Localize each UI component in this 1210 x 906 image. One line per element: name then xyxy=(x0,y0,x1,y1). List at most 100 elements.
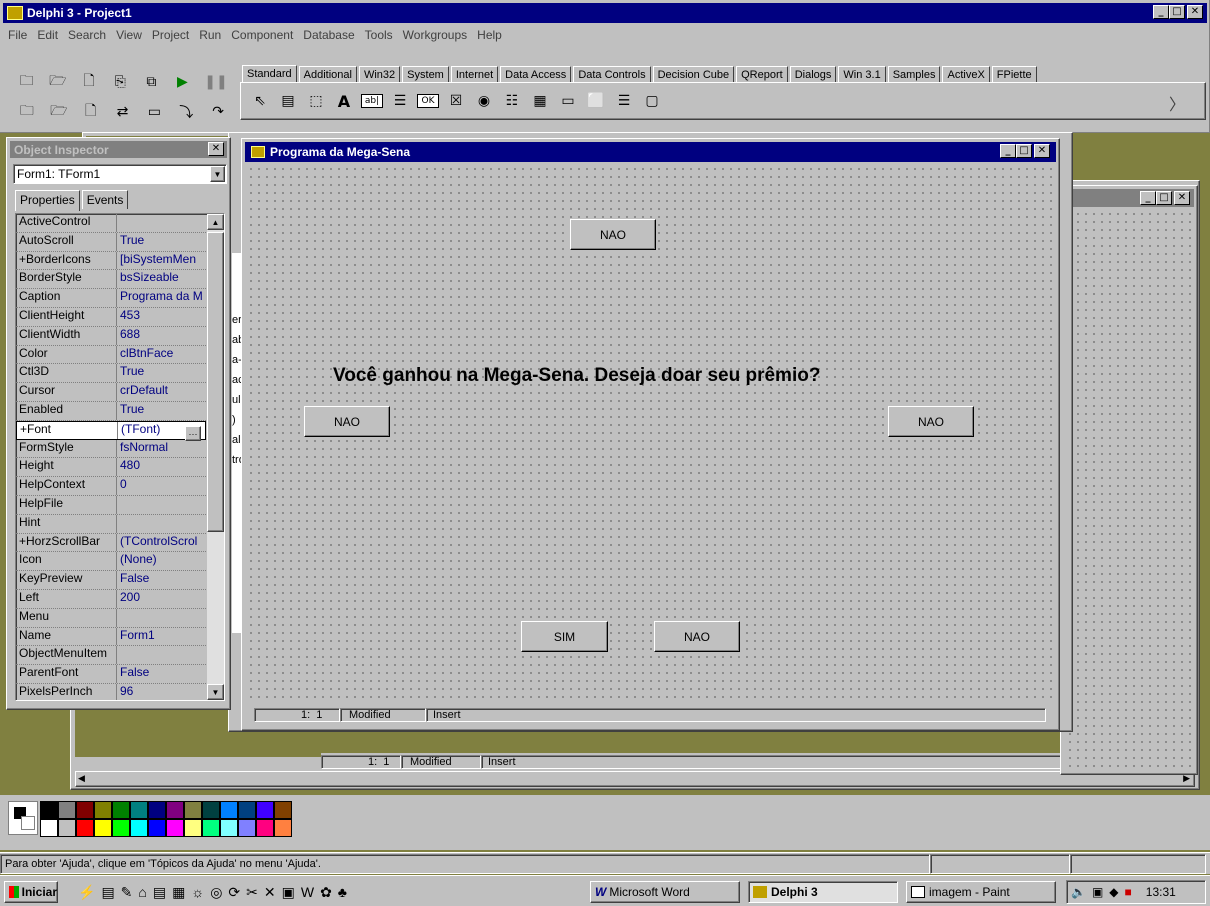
property-row[interactable]: +Font (TFont) xyxy=(16,420,206,440)
quick-launch-icon-3[interactable]: ✎ xyxy=(121,884,133,901)
color-swatch[interactable] xyxy=(130,801,148,819)
property-row[interactable]: HelpFile xyxy=(16,495,206,515)
color-swatch[interactable] xyxy=(256,801,274,819)
color-swatch[interactable] xyxy=(238,801,256,819)
quick-launch-icon-10[interactable]: ✂ xyxy=(246,884,258,901)
property-value[interactable]: 200 xyxy=(117,590,206,608)
property-value[interactable]: 480 xyxy=(117,458,206,476)
palette-tab-system[interactable]: System xyxy=(402,66,449,82)
property-value[interactable]: True xyxy=(117,402,206,420)
property-value[interactable]: clBtnFace xyxy=(117,346,206,364)
property-row[interactable]: Cursor crDefault xyxy=(16,383,206,402)
palette-tab-data-controls[interactable]: Data Controls xyxy=(573,66,651,82)
tray-app-icon[interactable]: ◆ xyxy=(1109,885,1118,899)
property-value[interactable]: 96 xyxy=(117,684,206,700)
color-swatch[interactable] xyxy=(166,819,184,837)
chevron-down-icon[interactable]: ▼ xyxy=(210,166,225,182)
color-swatch[interactable] xyxy=(58,801,76,819)
property-row[interactable]: Menu xyxy=(16,608,206,628)
property-row[interactable]: BorderStyle bsSizeable xyxy=(16,270,206,290)
property-value[interactable]: bsSizeable xyxy=(117,270,206,288)
close-icon[interactable]: ✕ xyxy=(1187,5,1203,19)
nao-button-left[interactable]: NAO xyxy=(304,406,390,437)
panel-icon[interactable]: ▢ xyxy=(641,90,663,112)
label-icon[interactable]: A xyxy=(333,90,355,112)
palette-tab-dialogs[interactable]: Dialogs xyxy=(789,66,837,82)
property-row[interactable]: Name Form1 xyxy=(16,627,206,647)
property-value[interactable]: 688 xyxy=(117,327,206,345)
color-swatch[interactable] xyxy=(220,819,238,837)
property-row[interactable]: ActiveControl xyxy=(16,214,206,233)
sim-button[interactable]: SIM xyxy=(521,621,608,652)
color-swatch[interactable] xyxy=(202,819,220,837)
quick-launch-icon-15[interactable]: ♣ xyxy=(338,884,347,901)
property-value[interactable]: Programa da M xyxy=(117,289,206,307)
property-value[interactable] xyxy=(117,609,206,627)
inspector-tab-properties[interactable]: Properties xyxy=(15,190,80,211)
back-form-maximize-icon[interactable]: □ xyxy=(1156,191,1172,205)
color-swatch[interactable] xyxy=(94,801,112,819)
property-row[interactable]: PixelsPerInch 96 xyxy=(16,683,206,700)
task-microsoft-word[interactable]: W Microsoft Word xyxy=(590,881,740,903)
task-paint[interactable]: imagem - Paint xyxy=(906,881,1056,903)
combobox-icon[interactable]: ▦ xyxy=(529,90,551,112)
menu-item-edit[interactable]: Edit xyxy=(37,28,58,42)
inspector-tab-events[interactable]: Events xyxy=(81,190,129,209)
color-swatch[interactable] xyxy=(94,819,112,837)
property-row[interactable]: Left 200 xyxy=(16,589,206,609)
back-form-minimize-icon[interactable]: _ xyxy=(1140,191,1156,205)
palette-scroll-right-icon[interactable]: 〉 xyxy=(1169,91,1185,115)
property-value[interactable]: fsNormal xyxy=(117,440,206,458)
radiobutton-icon[interactable]: ◉ xyxy=(473,90,495,112)
menu-item-project[interactable]: Project xyxy=(152,28,189,42)
property-row[interactable]: Height 480 xyxy=(16,458,206,478)
property-row[interactable]: KeyPreview False xyxy=(16,571,206,590)
palette-tab-samples[interactable]: Samples xyxy=(887,66,941,82)
quick-launch-icon-5[interactable]: ▤ xyxy=(153,884,166,901)
quick-launch-icon-13[interactable]: W xyxy=(301,884,314,901)
color-swatch[interactable] xyxy=(58,819,76,837)
color-swatch[interactable] xyxy=(274,819,292,837)
property-row[interactable]: ClientWidth 688 xyxy=(16,326,206,346)
palette-tab-win-3-1[interactable]: Win 3.1 xyxy=(838,66,886,82)
vscroll-thumb[interactable] xyxy=(207,232,224,532)
popup-menu-icon[interactable]: ⬚ xyxy=(305,90,327,112)
arrow-cursor-icon[interactable]: ⇖ xyxy=(249,90,271,112)
radiogroup-icon[interactable]: ☰ xyxy=(613,90,635,112)
color-swatch[interactable] xyxy=(130,819,148,837)
quick-launch-icon-7[interactable]: ☼ xyxy=(191,884,204,901)
property-value[interactable]: [biSystemMen xyxy=(117,252,206,270)
property-row[interactable]: Caption Programa da M xyxy=(16,289,206,308)
menu-item-file[interactable]: File xyxy=(8,28,27,42)
color-swatch[interactable] xyxy=(274,801,292,819)
pause-icon[interactable]: ❚❚ xyxy=(204,71,227,93)
palette-tab-decision-cube[interactable]: Decision Cube xyxy=(652,66,735,82)
palette-tab-additional[interactable]: Additional xyxy=(298,66,357,82)
select-form-icon[interactable]: ⧉ xyxy=(143,71,160,93)
vscroll-up-button[interactable]: ▲ xyxy=(207,214,224,230)
color-swatch[interactable] xyxy=(184,801,202,819)
menu-item-help[interactable]: Help xyxy=(477,28,502,42)
color-swatch[interactable] xyxy=(202,801,220,819)
quick-launch-icon-11[interactable]: ✕ xyxy=(264,884,276,901)
property-value[interactable]: False xyxy=(117,665,206,683)
open-project-icon[interactable]: 🗀 xyxy=(18,71,35,93)
nao-button-top[interactable]: NAO xyxy=(570,219,656,250)
palette-tab-win32[interactable]: Win32 xyxy=(358,66,401,82)
network-icon[interactable]: ▣ xyxy=(1092,885,1103,899)
tray-office-icon[interactable]: ■ xyxy=(1125,885,1132,899)
property-value[interactable]: Form1 xyxy=(117,628,206,646)
remove-file-icon[interactable]: 🗋 xyxy=(82,101,100,123)
run-icon[interactable]: ▶ xyxy=(174,71,191,93)
color-swatch[interactable] xyxy=(184,819,202,837)
quick-launch-icon-14[interactable]: ✿ xyxy=(320,884,332,901)
property-row[interactable]: FormStyle fsNormal xyxy=(16,439,206,459)
property-value[interactable]: True xyxy=(117,364,206,382)
step-over-icon[interactable]: ↷ xyxy=(209,101,227,123)
font-ellipsis-button[interactable]: ··· xyxy=(185,426,201,441)
menu-item-tools[interactable]: Tools xyxy=(365,28,393,42)
property-row[interactable]: ClientHeight 453 xyxy=(16,307,206,327)
palette-tab-qreport[interactable]: QReport xyxy=(736,66,788,82)
groupbox-icon[interactable]: ⬜ xyxy=(585,90,607,112)
color-swatch[interactable] xyxy=(256,819,274,837)
